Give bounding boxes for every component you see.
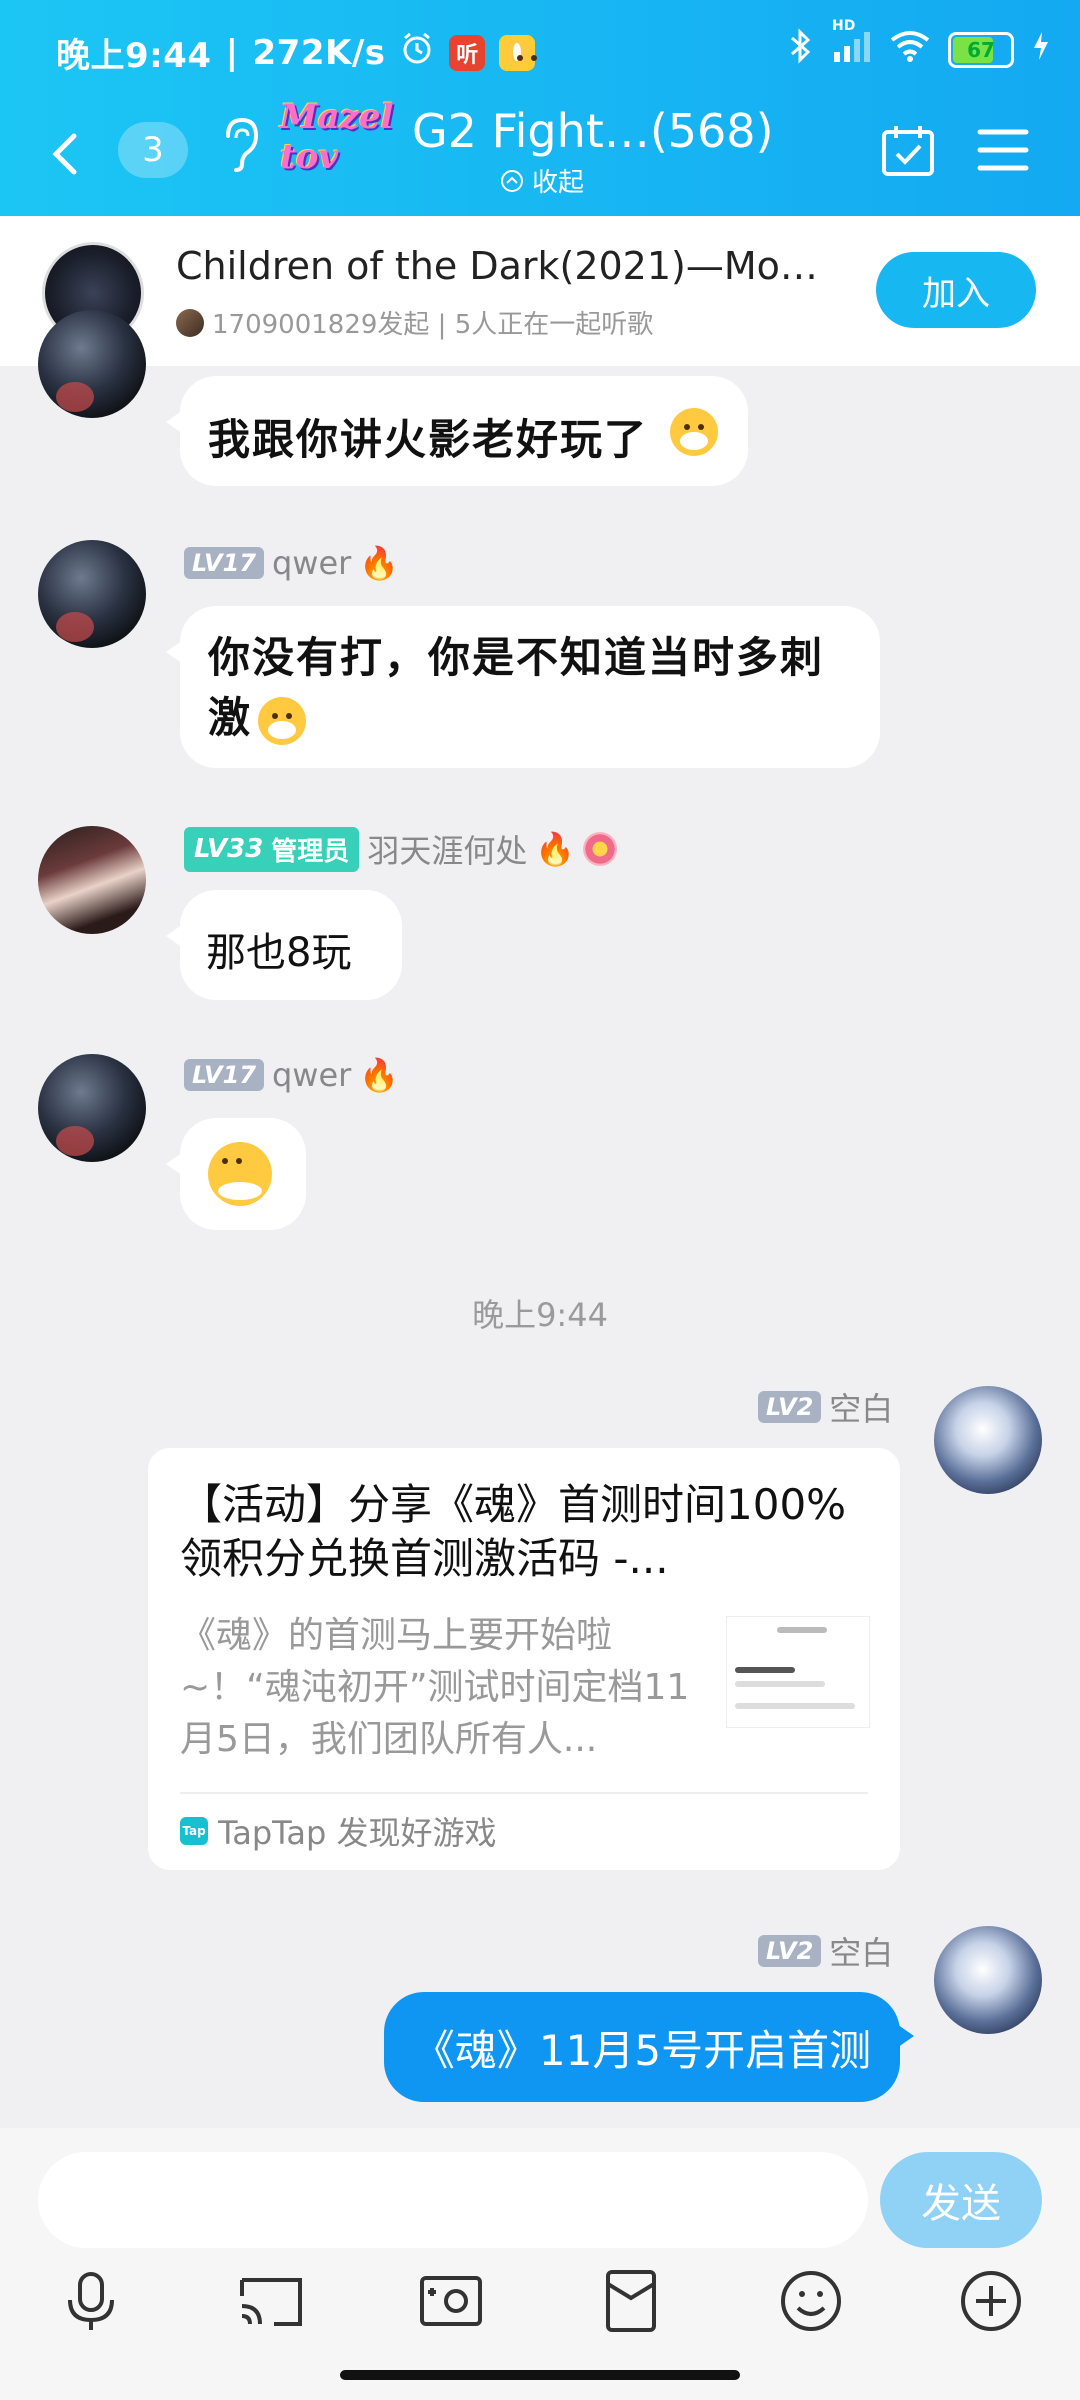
battery-level: 67 (967, 38, 995, 62)
dog-sticker-icon (208, 1142, 272, 1206)
battery-icon: 67 (948, 32, 1014, 68)
time-separator: 晚上9:44 (472, 1296, 608, 1334)
thumb-line (777, 1627, 827, 1633)
initiator-avatar (176, 308, 204, 337)
message-bubble[interactable]: 你没有打，你是不知道当时多刺激 (166, 606, 880, 768)
emoji-icon[interactable] (776, 2266, 846, 2336)
music-subtitle: 1709001829发起 | 5人正在一起听歌 (176, 304, 653, 341)
collapse-button[interactable]: 收起 (500, 162, 584, 199)
fire-icon: 🔥 (359, 1056, 400, 1094)
my-avatar[interactable] (934, 1386, 1042, 1494)
voice-icon[interactable] (56, 2266, 126, 2336)
avatar[interactable] (38, 826, 146, 934)
sticker-bubble[interactable] (166, 1118, 306, 1230)
mazel-tov-logo: Mazel tov (280, 97, 394, 177)
dog-emoji-icon (258, 697, 307, 745)
message-text-wrap: 你没有打，你是不知道当时多刺激 (208, 628, 848, 748)
my-avatar[interactable] (934, 1926, 1042, 2034)
listen-app-icon: 听 (449, 34, 486, 71)
avatar[interactable] (38, 1054, 146, 1162)
message-input[interactable] (38, 2152, 868, 2248)
network-label: HD (832, 18, 856, 34)
listen-together-bar[interactable]: Children of the Dark(2021)—Mo… 170900182… (0, 216, 1080, 366)
status-divider: | (225, 32, 239, 73)
avatar[interactable] (38, 540, 146, 648)
link-description: 《魂》的首测马上要开始啦~！“魂沌初开”测试时间定档11月5日，我们团队所有人.… (180, 1615, 690, 1760)
sender-name[interactable]: 空白 (829, 1928, 893, 1974)
sender-row: LV2 空白 (758, 1928, 893, 1974)
level-badge: LV2 (758, 1391, 822, 1423)
home-indicator[interactable] (340, 2370, 740, 2380)
photo-icon[interactable] (416, 2266, 486, 2336)
ear-icon[interactable] (218, 114, 262, 174)
link-source-text: TapTap 发现好游戏 (218, 1814, 497, 1852)
sender-row: LV33 管理员 羽天涯何处 🔥 (184, 826, 618, 872)
taptap-logo-icon: Tap (180, 1817, 208, 1845)
level-badge: LV2 (758, 1935, 822, 1967)
sender-name[interactable]: 羽天涯何处 (367, 826, 527, 872)
thumb-line (735, 1667, 795, 1673)
admin-badge: LV33 管理员 (184, 826, 360, 872)
bluetooth-icon (788, 28, 814, 72)
menu-icon[interactable] (976, 126, 1030, 174)
music-subtitle-text: 1709001829发起 | 5人正在一起听歌 (212, 310, 654, 340)
back-button[interactable] (36, 124, 96, 184)
link-thumbnail (726, 1616, 870, 1728)
calendar-checkin-icon[interactable] (880, 122, 936, 178)
input-area: 发送 (0, 2128, 1080, 2400)
chevron-up-circle-icon (501, 169, 523, 192)
status-speed: 272K/s (252, 32, 386, 73)
header: 晚上9:44 | 272K/s 听 HD 67 3 Mazel tov G2 F… (0, 0, 1080, 216)
status-right: HD 67 (788, 18, 1050, 72)
wifi-icon (890, 30, 930, 70)
message-text: 《魂》11月5号开启首测 (412, 2025, 872, 2075)
sender-name[interactable]: qwer (272, 544, 351, 582)
status-time: 晚上9:44 (56, 36, 212, 76)
sender-name[interactable]: 空白 (829, 1384, 893, 1430)
status-left: 晚上9:44 | 272K/s 听 (56, 28, 536, 77)
collapse-label: 收起 (532, 168, 585, 198)
message-bubble[interactable]: 那也8玩 (166, 890, 402, 1000)
fire-icon: 🔥 (535, 830, 576, 868)
sender-row: LV17 qwer 🔥 (184, 544, 399, 582)
unread-count-badge[interactable]: 3 (118, 122, 188, 178)
red-packet-icon[interactable] (596, 2266, 666, 2336)
role-label: 管理员 (271, 836, 350, 867)
message-text: 我跟你讲火影老好玩了 (208, 415, 649, 464)
sender-name[interactable]: qwer (272, 1056, 351, 1094)
fire-icon: 🔥 (359, 544, 400, 582)
join-button[interactable]: 加入 (876, 252, 1036, 328)
level-badge: LV33 (194, 834, 264, 864)
sender-row: LV17 qwer 🔥 (184, 1056, 399, 1094)
send-button[interactable]: 发送 (880, 2152, 1042, 2248)
nav-row: 3 Mazel tov G2 Fight…(568) 收起 (0, 97, 1080, 216)
message-text: 那也8玩 (206, 930, 352, 976)
app-notification-icon (499, 34, 536, 71)
status-bar: 晚上9:44 | 272K/s 听 HD 67 (0, 0, 1080, 104)
avatar[interactable] (38, 310, 146, 418)
sender-row: LV2 空白 (758, 1384, 893, 1430)
alarm-icon (399, 30, 435, 75)
level-badge: LV17 (184, 547, 264, 579)
charging-icon (1032, 30, 1050, 70)
group-title[interactable]: G2 Fight…(568) (412, 104, 774, 158)
thumb-line (735, 1703, 855, 1709)
flower-badge-icon (583, 832, 618, 866)
message-bubble[interactable]: 我跟你讲火影老好玩了 (166, 376, 748, 486)
back-arrow-icon (52, 133, 77, 175)
shared-link-card[interactable]: 【活动】分享《魂》首测时间100%领积分兑换首测激活码 -... 《魂》的首测马… (148, 1448, 900, 1870)
thumb-line (735, 1681, 825, 1687)
level-badge: LV17 (184, 1059, 264, 1091)
signal-icon: HD (832, 18, 872, 70)
music-title: Children of the Dark(2021)—Mo… (176, 244, 818, 288)
my-message-bubble[interactable]: 《魂》11月5号开启首测 (384, 1992, 914, 2102)
plus-icon[interactable] (956, 2266, 1026, 2336)
link-divider (180, 1792, 868, 1794)
screen-share-icon[interactable] (236, 2266, 306, 2336)
dog-emoji-icon (670, 408, 718, 456)
link-title: 【活动】分享《魂》首测时间100%领积分兑换首测激活码 -... (180, 1480, 847, 1583)
link-source: Tap TapTap 发现好游戏 (180, 1808, 497, 1854)
